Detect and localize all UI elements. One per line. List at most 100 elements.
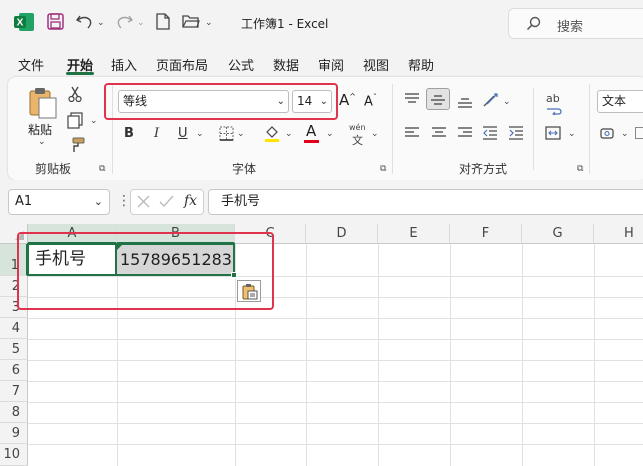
phonetic-guide-icon[interactable]: 文 xyxy=(352,132,363,148)
fill-color-dropdown-icon[interactable]: ⌄ xyxy=(285,129,293,139)
fill-color-icon[interactable] xyxy=(264,124,280,146)
tab-page-layout[interactable]: 页面布局 xyxy=(156,55,208,74)
paste-dropdown-icon[interactable]: ⌄ xyxy=(38,137,46,147)
tab-review[interactable]: 审阅 xyxy=(318,55,344,74)
underline-dropdown-icon[interactable]: ⌄ xyxy=(196,129,204,139)
row-header-4[interactable]: 4 xyxy=(0,318,28,339)
format-painter-icon[interactable] xyxy=(69,137,85,156)
customize-toolbar-icon[interactable]: ⌄ xyxy=(205,18,213,28)
column-header-d[interactable]: D xyxy=(306,224,378,244)
align-bottom-icon[interactable] xyxy=(457,95,473,112)
align-top-icon[interactable] xyxy=(404,92,420,109)
tab-file[interactable]: 文件 xyxy=(18,55,44,74)
cancel-icon[interactable] xyxy=(137,195,150,211)
font-color-swatch xyxy=(304,140,319,143)
enter-icon[interactable] xyxy=(159,195,174,211)
row-header-10[interactable]: 10 xyxy=(0,444,28,466)
group-separator xyxy=(392,84,393,174)
save-icon[interactable] xyxy=(47,13,64,33)
undo-icon[interactable] xyxy=(75,13,94,33)
alignment-launcher-icon[interactable]: ⧉ xyxy=(577,164,583,174)
more-options-icon[interactable]: ⋮ xyxy=(117,193,131,209)
font-color-button[interactable]: A xyxy=(306,123,316,139)
paste-icon[interactable] xyxy=(28,87,58,122)
gridline xyxy=(450,244,451,466)
align-middle-icon xyxy=(431,95,445,105)
active-tab-indicator xyxy=(66,72,94,75)
name-box[interactable]: A1 ⌄ xyxy=(8,189,110,215)
shrink-font-button[interactable]: Aˇ xyxy=(364,93,377,109)
phonetic-dropdown-icon[interactable]: ⌄ xyxy=(371,129,379,139)
tab-help[interactable]: 帮助 xyxy=(408,55,434,74)
font-group-label: 字体 xyxy=(232,162,257,176)
wrap-text-icon[interactable] xyxy=(546,104,562,118)
column-header-g[interactable]: G xyxy=(522,224,594,244)
font-color-dropdown-icon[interactable]: ⌄ xyxy=(326,129,334,139)
align-left-icon[interactable] xyxy=(404,126,420,143)
gridline xyxy=(594,244,595,466)
borders-dropdown-icon[interactable]: ⌄ xyxy=(237,129,245,139)
phonetic-guide-top[interactable]: wén xyxy=(349,123,366,132)
borders-icon[interactable] xyxy=(219,126,234,144)
number-format-select[interactable]: 文本 xyxy=(597,90,643,113)
grow-font-button[interactable]: A^ xyxy=(339,91,356,109)
font-highlight-box xyxy=(104,83,338,120)
align-center-icon[interactable] xyxy=(431,126,447,143)
orientation-icon[interactable] xyxy=(482,92,500,111)
row-header-8[interactable]: 8 xyxy=(0,402,28,423)
merge-center-icon[interactable] xyxy=(545,126,561,143)
font-launcher-icon[interactable]: ⧉ xyxy=(380,164,386,174)
svg-text:X: X xyxy=(17,18,24,29)
row-header-6[interactable]: 6 xyxy=(0,360,28,381)
group-separator xyxy=(589,84,590,174)
clipboard-launcher-icon[interactable]: ⧉ xyxy=(99,164,105,174)
grow-font-letter: A xyxy=(339,91,350,109)
tab-view[interactable]: 视图 xyxy=(363,55,389,74)
undo-dropdown-icon[interactable]: ⌄ xyxy=(97,18,105,28)
column-header-h[interactable]: H xyxy=(594,224,643,244)
underline-button[interactable]: U xyxy=(178,125,188,143)
accounting-format-icon[interactable] xyxy=(600,127,618,143)
accounting-dropdown-icon[interactable]: ⌄ xyxy=(621,129,629,139)
redo-dropdown-icon[interactable]: ⌄ xyxy=(137,18,145,28)
gridline xyxy=(28,381,643,382)
copy-icon[interactable] xyxy=(67,112,83,132)
italic-button[interactable]: I xyxy=(154,125,159,143)
cut-icon[interactable] xyxy=(68,86,82,105)
column-header-e[interactable]: E xyxy=(378,224,450,244)
row-header-5[interactable]: 5 xyxy=(0,339,28,360)
new-file-icon[interactable] xyxy=(156,13,170,33)
chevron-down-icon: ⌄ xyxy=(93,195,103,208)
tab-data[interactable]: 数据 xyxy=(273,55,299,74)
align-middle-button[interactable] xyxy=(426,88,450,110)
gridline xyxy=(28,339,643,340)
paste-button[interactable]: 粘贴 xyxy=(28,121,52,138)
search-box[interactable]: 搜索 xyxy=(508,8,643,39)
decrease-indent-icon[interactable] xyxy=(482,126,498,143)
open-folder-icon[interactable] xyxy=(182,14,200,32)
copy-dropdown-icon[interactable]: ⌄ xyxy=(90,116,98,126)
percent-format-icon[interactable] xyxy=(635,127,643,139)
gridline xyxy=(306,244,307,466)
insert-function-button[interactable]: fx xyxy=(184,193,197,209)
align-right-icon[interactable] xyxy=(457,126,473,143)
gridline xyxy=(522,244,523,466)
orientation-dropdown-icon[interactable]: ⌄ xyxy=(503,97,511,107)
gridline xyxy=(28,423,643,424)
clipboard-group-label: 剪贴板 xyxy=(35,162,72,176)
tab-insert[interactable]: 插入 xyxy=(111,55,137,74)
alignment-group-label: 对齐方式 xyxy=(459,162,508,176)
bold-button[interactable]: B xyxy=(124,125,134,143)
tab-formulas[interactable]: 公式 xyxy=(228,55,254,74)
row-header-7[interactable]: 7 xyxy=(0,381,28,402)
gridline xyxy=(378,244,379,466)
row-header-9[interactable]: 9 xyxy=(0,423,28,444)
gridline xyxy=(28,360,643,361)
redo-icon[interactable] xyxy=(115,13,134,33)
formula-input[interactable]: 手机号 xyxy=(208,189,643,215)
increase-indent-icon[interactable] xyxy=(508,126,524,143)
formula-value: 手机号 xyxy=(221,194,261,209)
merge-dropdown-icon[interactable]: ⌄ xyxy=(568,129,576,139)
column-header-f[interactable]: F xyxy=(450,224,522,244)
search-placeholder: 搜索 xyxy=(557,20,584,35)
